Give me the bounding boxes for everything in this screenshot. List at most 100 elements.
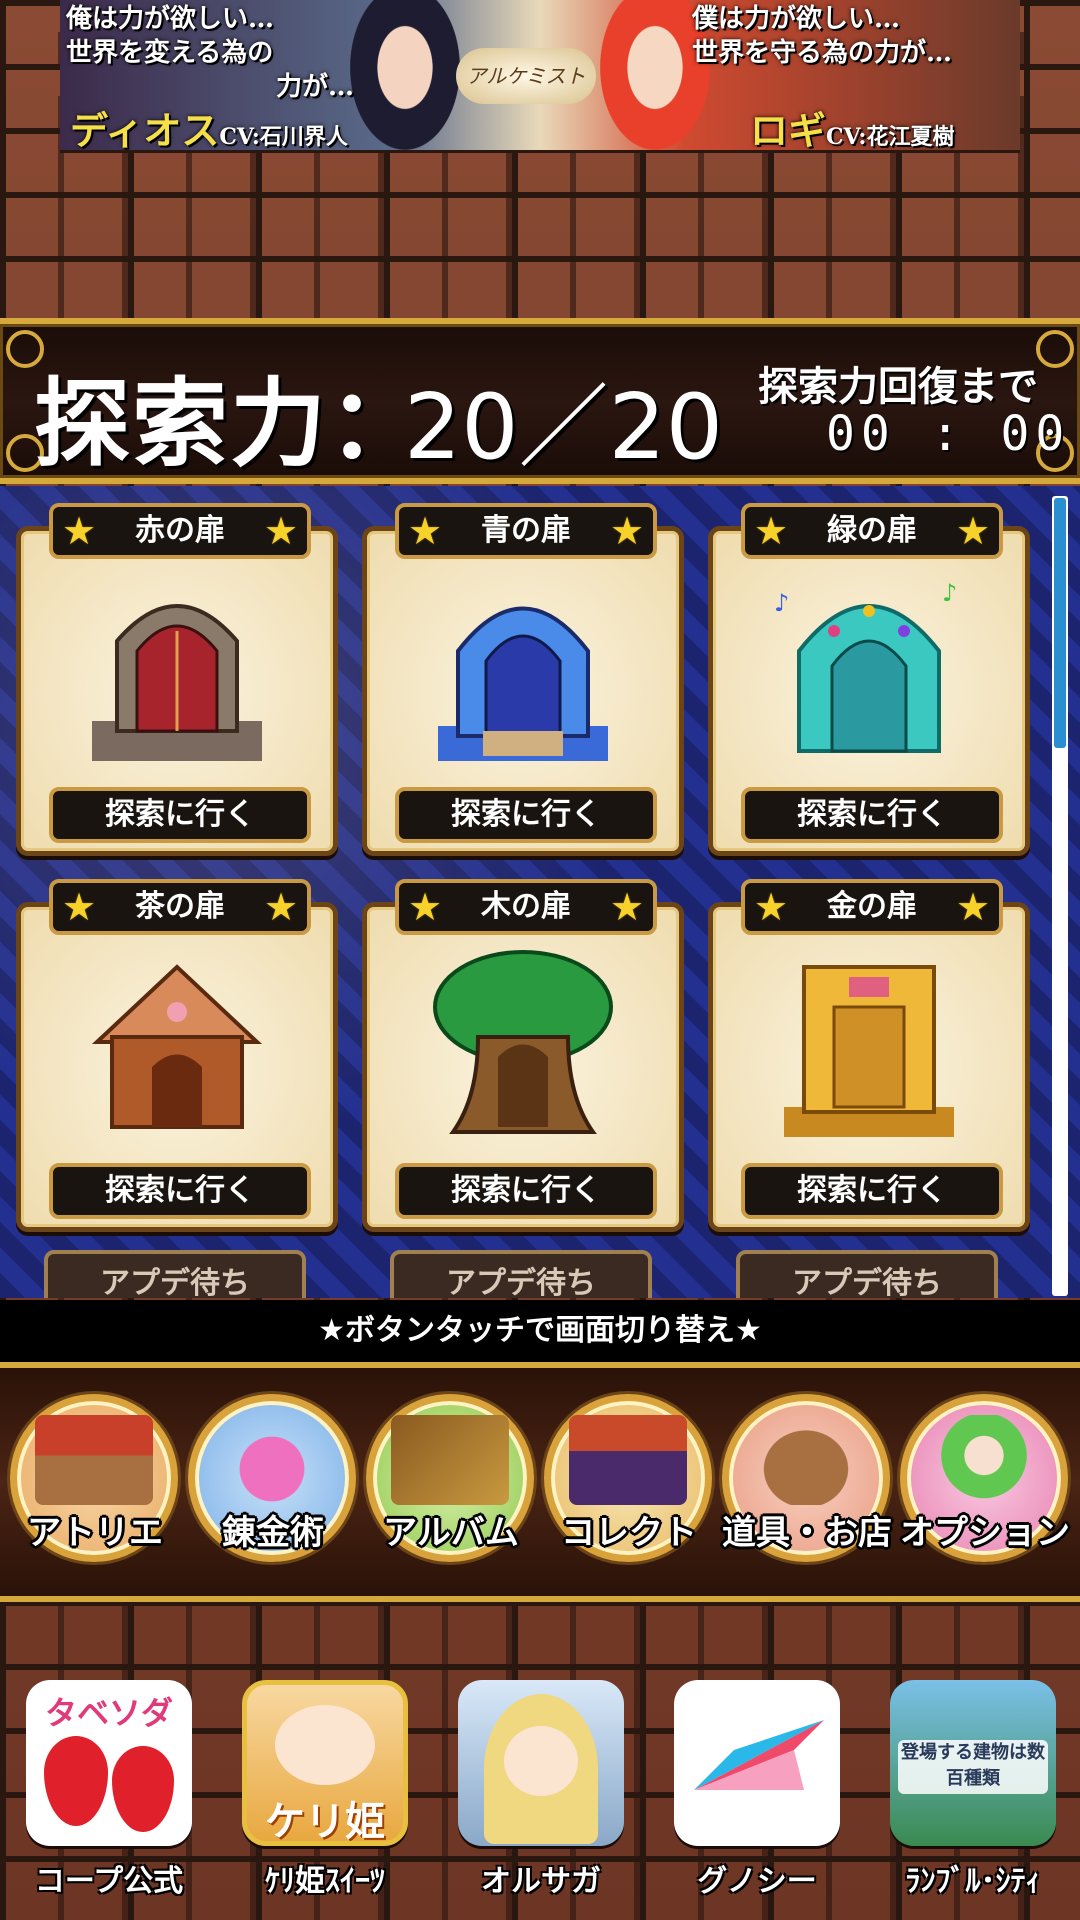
svg-text:♪: ♪ [942, 579, 957, 607]
door-title: ★ 赤の扉 ★ [49, 503, 311, 559]
star-icon: ★ [263, 885, 299, 929]
ramble-city-app-icon: 登場する建物は数百種類 [890, 1680, 1056, 1846]
switch-hint: ★ボタンタッチで画面切り替え★ [0, 1300, 1080, 1362]
banner-left-line1: 俺は力が欲しい… [66, 4, 275, 34]
explore-power-count: 20／20 [404, 354, 723, 484]
option-fairy-icon [925, 1415, 1043, 1505]
menu-label: アルバム [383, 1513, 519, 1553]
menu-items-shop-button[interactable]: 道具・お店 [722, 1394, 892, 1562]
star-icon: ★ [955, 509, 991, 553]
door-card-red: ★ 赤の扉 ★ 探索に行く [16, 503, 338, 856]
atelier-house-icon [35, 1415, 153, 1505]
app-promo-kerihime[interactable]: ケリ姫 ｹﾘ姫ｽｲｰﾂ [242, 1680, 408, 1900]
banner-right-line1: 僕は力が欲しい… [692, 4, 901, 34]
gold-door-icon [784, 965, 954, 1137]
tree-door-icon [433, 950, 613, 1134]
app-name: コープ公式 [34, 1864, 184, 1899]
banner-right-line2: 世界を守る為の力が… [692, 38, 953, 68]
app-promo-row: タベソダ コープ公式 ケリ姫 ｹﾘ姫ｽｲｰﾂ オルサガ グノシー 登場する建物は… [0, 1668, 1080, 1920]
kerihime-app-icon: ケリ姫 [242, 1680, 408, 1846]
banner-left-line2: 世界を変える為の [66, 38, 274, 68]
menu-label: オプション [900, 1513, 1070, 1553]
explore-power-label: 探索力： [34, 368, 426, 480]
banner-game-logo: アルケミスト [456, 48, 596, 104]
explore-button[interactable]: 探索に行く [741, 1163, 1003, 1219]
red-arch-door-icon [92, 604, 262, 761]
app-icon-text: ケリ姫 [265, 1799, 385, 1845]
svg-text:♪: ♪ [774, 589, 789, 617]
door-title: ★ 青の扉 ★ [395, 503, 657, 559]
door-card-brown: ★ 茶の扉 ★ 探索に行く [16, 879, 338, 1232]
menu-label: 錬金術 [222, 1513, 324, 1553]
menu-option-button[interactable]: オプション [900, 1394, 1070, 1562]
scrollbar-thumb[interactable] [1054, 498, 1066, 748]
gunosy-app-icon [674, 1680, 840, 1846]
door-card-green: ★ 緑の扉 ★ ♪ ♪ 探索に行く [708, 503, 1030, 856]
star-icon: ★ [407, 509, 443, 553]
app-icon-text: 登場する建物は数百種類 [898, 1740, 1048, 1794]
star-icon: ★ [61, 509, 97, 553]
app-name: ﾗﾝﾌﾞﾙ･ｼﾃｨ [905, 1864, 1041, 1899]
ad-banner[interactable]: 俺は力が欲しい… 世界を変える為の 力が… 僕は力が欲しい… 世界を守る為の力が… [60, 0, 1020, 153]
menu-atelier-button[interactable]: アトリエ [10, 1394, 178, 1562]
door-card-gold: ★ 金の扉 ★ 探索に行く [708, 879, 1030, 1232]
star-icon: ★ [263, 509, 299, 553]
recover-label: 探索力回復まで [758, 364, 1038, 410]
pending-door-label: アプデ待ち [390, 1250, 652, 1298]
star-icon: ★ [753, 885, 789, 929]
app-promo-coop[interactable]: タベソダ コープ公式 [26, 1680, 192, 1900]
star-icon: ★ [753, 509, 789, 553]
app-name: グノシー [697, 1864, 817, 1899]
banner-right-character-name: ロギCV:花江夏樹 [750, 108, 955, 153]
corner-ornament-icon [1036, 330, 1074, 368]
treasure-chest-icon [569, 1415, 687, 1505]
pending-door-label: アプデ待ち [44, 1250, 306, 1298]
menu-alchemy-button[interactable]: 錬金術 [188, 1394, 356, 1562]
door-title: ★ 茶の扉 ★ [49, 879, 311, 935]
teal-music-door-icon: ♪ ♪ [774, 579, 957, 753]
app-promo-ramble-city[interactable]: 登場する建物は数百種類 ﾗﾝﾌﾞﾙ･ｼﾃｨ [890, 1680, 1056, 1900]
menu-label: コレクト [561, 1513, 697, 1553]
menu-collect-button[interactable]: コレクト [544, 1394, 712, 1562]
main-menu-bar: アトリエ 錬金術 アルバム コレクト 道具・お店 オプション [0, 1362, 1080, 1602]
explore-button[interactable]: 探索に行く [741, 787, 1003, 843]
star-icon: ★ [609, 885, 645, 929]
explore-button[interactable]: 探索に行く [395, 787, 657, 843]
menu-album-button[interactable]: アルバム [366, 1394, 534, 1562]
gingerbread-house-door-icon [91, 964, 263, 1129]
explore-power-panel: 探索力： 20／20 探索力回復まで 00 : 00 [0, 318, 1080, 484]
banner-right-text: 僕は力が欲しい… 世界を守る為の力が… [692, 2, 952, 70]
door-card-blue: ★ 青の扉 ★ 探索に行く [362, 503, 684, 856]
menu-label: 道具・お店 [722, 1513, 892, 1553]
door-title: ★ 金の扉 ★ [741, 879, 1003, 935]
explore-button[interactable]: 探索に行く [49, 1163, 311, 1219]
star-icon: ★ [407, 885, 443, 929]
strawberry-app-icon: タベソダ [26, 1680, 192, 1846]
album-book-icon [391, 1415, 509, 1505]
dark-hair-character-portrait [350, 0, 460, 150]
door-grid[interactable]: ★ 赤の扉 ★ 探索に行く ★ 青の扉 ★ 探索に行く ★ 緑の扉 ★ ♪ ♪ 探索に行く [0, 486, 1080, 1298]
door-title: ★ 木の扉 ★ [395, 879, 657, 935]
app-icon-text: タベソダ [44, 1694, 173, 1732]
star-icon: ★ [955, 885, 991, 929]
menu-label: アトリエ [27, 1513, 163, 1553]
recover-timer: 00 : 00 [826, 406, 1071, 462]
door-card-wood: ★ 木の扉 ★ 探索に行く [362, 879, 684, 1232]
app-name: オルサガ [481, 1864, 601, 1899]
explore-button[interactable]: 探索に行く [395, 1163, 657, 1219]
explore-power-current: 20 [404, 375, 519, 480]
explore-button[interactable]: 探索に行く [49, 787, 311, 843]
app-promo-orusaga[interactable]: オルサガ [458, 1680, 624, 1900]
pending-door-label: アプデ待ち [736, 1250, 998, 1298]
app-name: ｹﾘ姫ｽｲｰﾂ [265, 1864, 385, 1899]
app-promo-gunosy[interactable]: グノシー [674, 1680, 840, 1900]
banner-left-line3: 力が… [276, 72, 355, 102]
orusaga-app-icon [458, 1680, 624, 1846]
blue-arch-door-icon [438, 606, 608, 761]
potion-icon [213, 1415, 331, 1505]
star-icon: ★ [609, 509, 645, 553]
item-bag-icon [747, 1415, 865, 1505]
explore-power-separator: ／ [518, 375, 609, 480]
banner-left-text: 俺は力が欲しい… 世界を変える為の 力が… [66, 2, 354, 104]
star-icon: ★ [61, 885, 97, 929]
